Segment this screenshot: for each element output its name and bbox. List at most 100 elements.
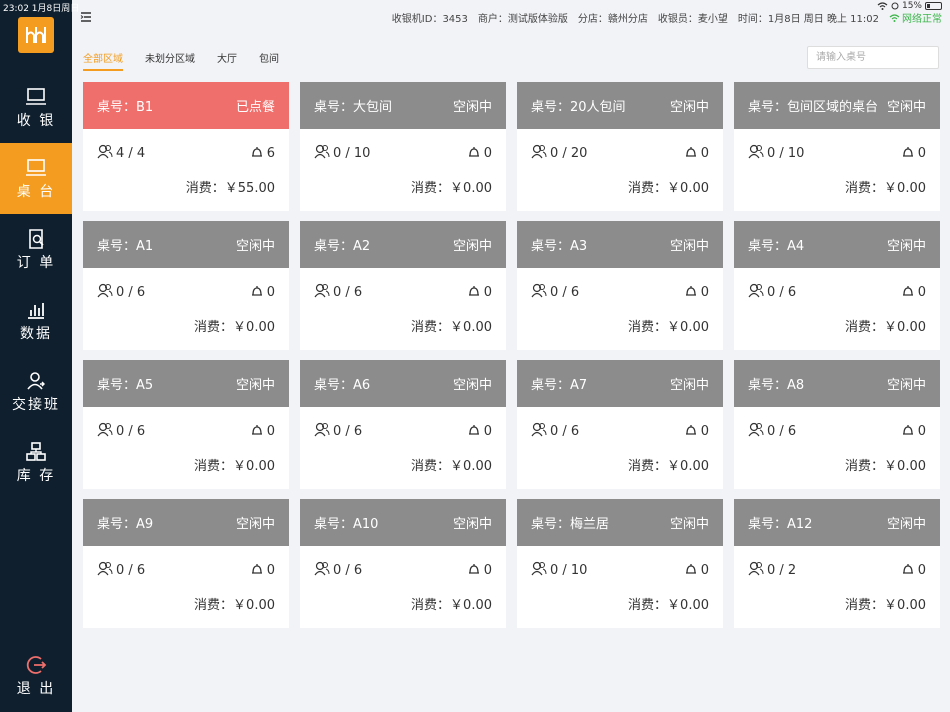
tab-private-rooms[interactable]: 包间 (259, 50, 279, 71)
table-consumption: 消费：￥0.00 (517, 316, 723, 335)
table-prefix-label: 桌号： (748, 239, 788, 254)
table-card[interactable]: 桌号：A9 空闲中 0 / 6 0 消费：￥0.00 (83, 499, 289, 628)
table-card[interactable]: 桌号：A7 空闲中 0 / 6 0 消费：￥0.00 (517, 360, 723, 489)
table-card[interactable]: 桌号：梅兰居 空闲中 0 / 10 0 消费：￥0.00 (517, 499, 723, 628)
guest-count: 0 / 2 (748, 561, 796, 580)
table-name: 桌号：A9 (97, 513, 153, 532)
service-bell-count: 0 (901, 562, 926, 579)
bell-icon (901, 423, 915, 440)
logout-button[interactable]: 退 出 (0, 640, 72, 711)
sidebar-item-inventory[interactable]: 库 存 (0, 427, 72, 498)
bell-count-value: 0 (483, 284, 492, 300)
bell-count-value: 0 (700, 284, 709, 300)
consume-amount: ￥0.00 (884, 181, 926, 196)
bell-icon (684, 284, 698, 301)
network-status: 网络正常 (889, 10, 942, 25)
bell-count-value: 0 (917, 562, 926, 578)
table-number: A9 (136, 517, 154, 532)
table-search-input[interactable] (807, 46, 939, 69)
bell-count-value: 0 (483, 562, 492, 578)
guest-count-value: 0 / 6 (116, 423, 146, 439)
cashier-name: 收银员：麦小望 (657, 14, 728, 25)
current-time: 时间：1月8日 周日 晚上 11:02 (737, 14, 879, 25)
table-card[interactable]: 桌号：B1 已点餐 4 / 4 6 消费：￥55.00 (83, 82, 289, 211)
sidebar-item-orders[interactable]: 订 单 (0, 214, 72, 285)
bell-icon (467, 423, 481, 440)
bell-icon (684, 562, 698, 579)
table-name: 桌号：A4 (748, 235, 804, 254)
service-bell-count: 0 (684, 284, 709, 301)
table-prefix-label: 桌号： (531, 378, 571, 393)
consume-amount: ￥0.00 (450, 459, 492, 474)
guests-icon (531, 422, 547, 441)
table-status: 空闲中 (452, 239, 492, 254)
table-name: 桌号：包间区域的桌台 (748, 96, 878, 115)
consume-label: 消费： (628, 459, 668, 474)
guests-icon (97, 422, 113, 441)
table-card[interactable]: 桌号：A1 空闲中 0 / 6 0 消费：￥0.00 (83, 221, 289, 350)
table-status: 空闲中 (235, 239, 275, 254)
sidebar-item-shift[interactable]: 交接班 (0, 356, 72, 427)
table-number: A12 (787, 517, 813, 532)
table-card[interactable]: 桌号：A5 空闲中 0 / 6 0 消费：￥0.00 (83, 360, 289, 489)
table-name: 桌号：A12 (748, 513, 812, 532)
table-status: 空闲中 (452, 517, 492, 532)
table-card-stats: 0 / 20 0 (517, 129, 723, 177)
consume-amount: ￥0.00 (667, 459, 709, 474)
logout-label: 退 出 (16, 680, 56, 697)
sidebar-item-label: 库 存 (16, 467, 56, 484)
service-bell-count: 0 (901, 284, 926, 301)
bar-chart-icon (28, 302, 44, 319)
table-prefix-label: 桌号： (314, 239, 354, 254)
table-card[interactable]: 桌号：A2 空闲中 0 / 6 0 消费：￥0.00 (300, 221, 506, 350)
tab-hall[interactable]: 大厅 (217, 50, 237, 71)
guests-icon (748, 561, 764, 580)
table-consumption: 消费：￥0.00 (300, 316, 506, 335)
bell-count-value: 6 (266, 145, 275, 161)
table-card[interactable]: 桌号：A4 空闲中 0 / 6 0 消费：￥0.00 (734, 221, 940, 350)
table-name: 桌号：A1 (97, 235, 153, 254)
table-card-header: 桌号：A9 空闲中 (83, 499, 289, 546)
table-number: A3 (570, 239, 588, 254)
consume-amount: ￥0.00 (667, 320, 709, 335)
table-card[interactable]: 桌号：A3 空闲中 0 / 6 0 消费：￥0.00 (517, 221, 723, 350)
service-bell-count: 6 (250, 145, 275, 162)
guests-icon (531, 561, 547, 580)
table-card[interactable]: 桌号：A6 空闲中 0 / 6 0 消费：￥0.00 (300, 360, 506, 489)
guest-count: 0 / 6 (97, 561, 145, 580)
sidebar-item-data[interactable]: 数据 (0, 285, 72, 356)
table-name: 桌号：A8 (748, 374, 804, 393)
bell-count-value: 0 (266, 423, 275, 439)
sidebar-item-cashier[interactable]: 收 银 (0, 72, 72, 143)
consume-label: 消费： (194, 598, 234, 613)
table-card[interactable]: 桌号：A12 空闲中 0 / 2 0 消费：￥0.00 (734, 499, 940, 628)
guest-count-value: 0 / 6 (550, 284, 580, 300)
consume-label: 消费： (411, 459, 451, 474)
table-number: A5 (136, 378, 154, 393)
table-card-stats: 0 / 2 0 (734, 546, 940, 594)
table-card[interactable]: 桌号：A8 空闲中 0 / 6 0 消费：￥0.00 (734, 360, 940, 489)
sidebar-item-tables[interactable]: 桌 台 (0, 143, 72, 214)
table-grid: 桌号：B1 已点餐 4 / 4 6 消费：￥55.00 桌号：大包间 空闲中 0 / 10 0 消… (83, 82, 940, 628)
table-card[interactable]: 桌号：20人包间 空闲中 0 / 20 0 消费：￥0.00 (517, 82, 723, 211)
tab-unassigned-area[interactable]: 未划分区域 (145, 50, 195, 71)
table-consumption: 消费：￥0.00 (517, 455, 723, 474)
service-bell-count: 0 (250, 284, 275, 301)
table-card[interactable]: 桌号：包间区域的桌台 空闲中 0 / 10 0 消费：￥0.00 (734, 82, 940, 211)
branch-name: 分店：赣州分店 (577, 14, 648, 25)
bell-count-value: 0 (266, 284, 275, 300)
app-logo (18, 17, 54, 53)
tab-all-areas[interactable]: 全部区域 (83, 50, 123, 71)
service-bell-count: 0 (467, 145, 492, 162)
table-card-stats: 0 / 6 0 (734, 407, 940, 455)
table-card[interactable]: 桌号：A10 空闲中 0 / 6 0 消费：￥0.00 (300, 499, 506, 628)
table-card-header: 桌号：B1 已点餐 (83, 82, 289, 129)
table-prefix-label: 桌号： (97, 239, 137, 254)
guest-count-value: 0 / 10 (333, 145, 371, 161)
guest-count: 0 / 6 (531, 283, 579, 302)
table-number: A10 (353, 517, 379, 532)
table-card[interactable]: 桌号：大包间 空闲中 0 / 10 0 消费：￥0.00 (300, 82, 506, 211)
menu-icon[interactable] (80, 11, 92, 23)
guests-icon (314, 144, 330, 163)
table-card-header: 桌号：梅兰居 空闲中 (517, 499, 723, 546)
